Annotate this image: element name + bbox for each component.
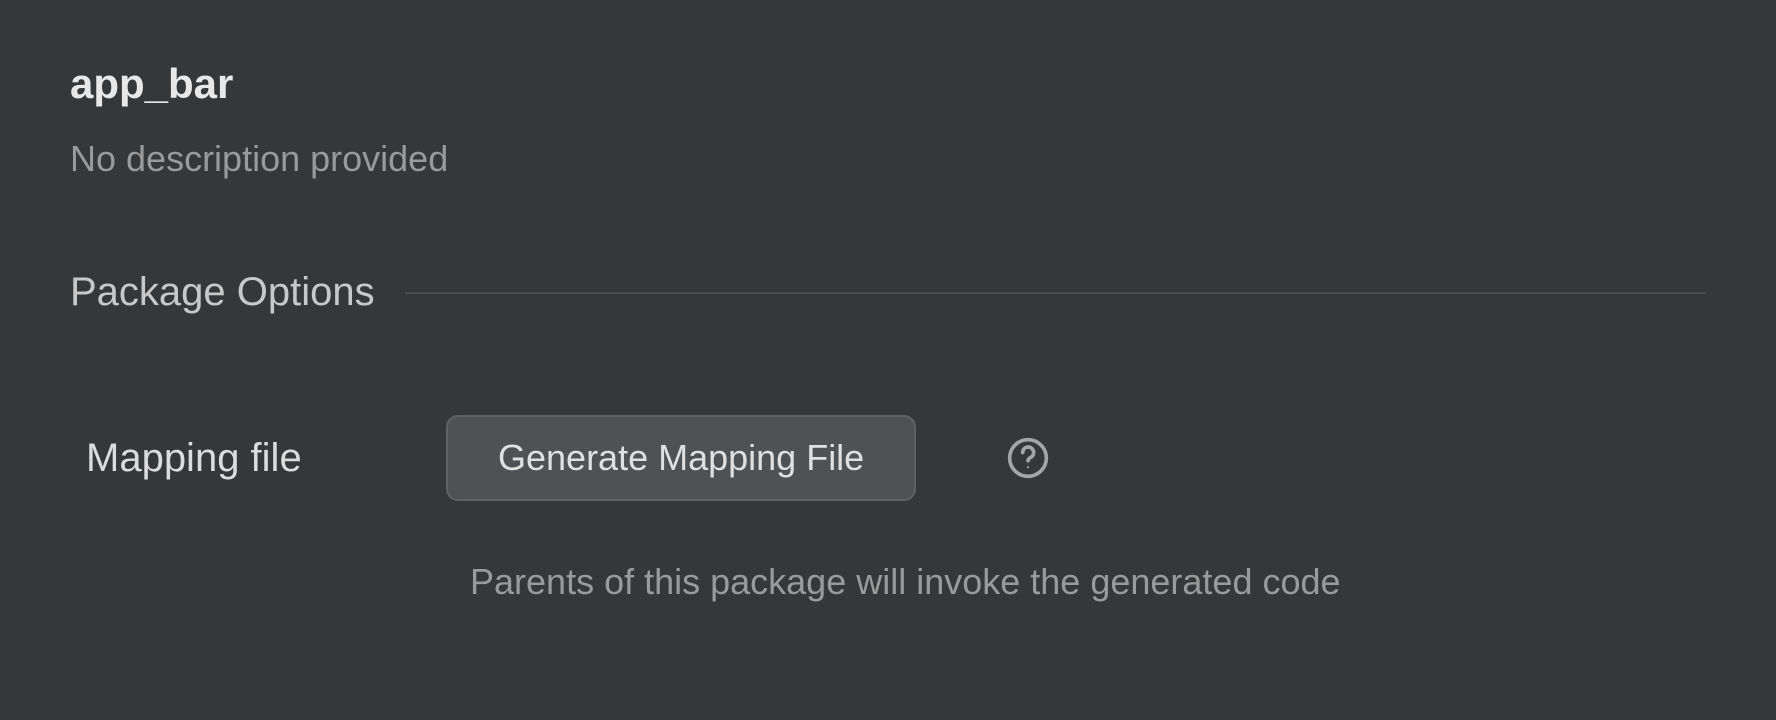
mapping-file-row: Mapping file Generate Mapping File <box>70 415 1706 501</box>
generate-mapping-file-button[interactable]: Generate Mapping File <box>446 415 916 501</box>
help-icon[interactable] <box>1006 436 1050 480</box>
section-divider <box>405 292 1706 294</box>
section-header: Package Options <box>70 270 1706 315</box>
panel-title: app_bar <box>70 60 1706 108</box>
mapping-file-label: Mapping file <box>86 436 366 481</box>
mapping-file-hint: Parents of this package will invoke the … <box>70 561 1706 603</box>
section-title: Package Options <box>70 270 375 315</box>
panel-description: No description provided <box>70 138 1706 180</box>
